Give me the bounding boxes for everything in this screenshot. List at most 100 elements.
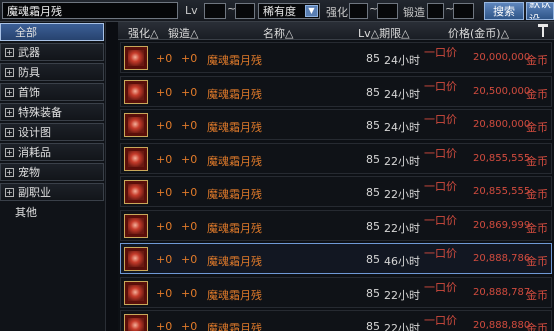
sidebar-item-label: 全部 <box>15 26 37 39</box>
search-bar: 魔魂霜月残 Lv ~ 稀有度 ▼ 强化 ~ 锻造 ~ 搜索 默认设 <box>0 0 554 22</box>
table-row[interactable]: +0 +0 魔魂霜月残 85 22小时 一口价 20,855,555 金币 <box>120 142 552 174</box>
sidebar-item-consumables[interactable]: + 消耗品 <box>0 143 104 161</box>
expand-plus-icon[interactable]: + <box>5 87 14 97</box>
table-row[interactable]: +0 +0 魔魂霜月残 85 22小时 一口价 20,869,999 金币 <box>120 209 552 241</box>
enhance-value: +0 <box>156 85 173 99</box>
item-price: 20,869,999 <box>473 219 531 231</box>
expand-plus-icon[interactable]: + <box>5 47 14 57</box>
item-name: 魔魂霜月残 <box>207 255 262 268</box>
item-icon[interactable] <box>124 280 148 305</box>
lv-min-field[interactable] <box>204 3 226 19</box>
sidebar-item-blueprints[interactable]: + 设计图 <box>0 123 104 141</box>
sidebar-item-label: 宠物 <box>18 166 40 179</box>
item-icon[interactable] <box>124 113 148 137</box>
item-duration: 22小时 <box>384 154 420 168</box>
col-name-header[interactable]: 名称△ <box>263 25 293 41</box>
rarity-select-value: 稀有度 <box>263 5 296 18</box>
item-price: 20,000,000 <box>473 52 531 63</box>
item-level: 85 <box>366 286 380 300</box>
item-icon[interactable] <box>124 46 148 70</box>
sidebar-item-label: 其他 <box>15 206 37 219</box>
item-level: 85 <box>366 253 380 266</box>
item-icon[interactable] <box>124 146 148 171</box>
item-level: 85 <box>366 119 380 132</box>
item-name: 魔魂霜月残 <box>207 54 262 67</box>
enhance-value: +0 <box>156 119 173 132</box>
enhance-value: +0 <box>156 52 173 65</box>
item-price: 20,500,000 <box>473 85 531 97</box>
item-icon[interactable] <box>124 79 148 104</box>
forge-value: +0 <box>181 52 198 65</box>
item-duration: 22小时 <box>384 221 420 235</box>
col-enhance-header[interactable]: 强化△ <box>128 25 158 41</box>
table-row[interactable]: +0 +0 魔魂霜月残 85 24小时 一口价 20,000,000 金币 <box>120 42 552 73</box>
item-icon[interactable] <box>124 314 148 331</box>
price-unit: 金币 <box>526 121 548 134</box>
forge-label: 锻造 <box>403 6 425 19</box>
sidebar-item-armor[interactable]: + 防具 <box>0 63 104 81</box>
sidebar-item-jewelry[interactable]: + 首饰 <box>0 83 104 101</box>
col-lv-time-header[interactable]: Lv△期限△ <box>358 25 410 41</box>
item-price: 20,800,000 <box>473 119 531 130</box>
table-row[interactable]: +0 +0 魔魂霜月残 85 24小时 一口价 20,500,000 金币 <box>120 75 552 107</box>
item-duration: 46小时 <box>384 255 420 268</box>
price-unit: 金币 <box>526 188 548 201</box>
expand-plus-icon[interactable]: + <box>5 107 14 117</box>
table-row[interactable]: +0 +0 魔魂霜月残 85 24小时 一口价 20,800,000 金币 <box>120 109 552 140</box>
lv-max-field[interactable] <box>235 3 255 19</box>
chevron-down-icon[interactable]: ▼ <box>305 5 318 17</box>
expand-plus-icon[interactable]: + <box>5 127 14 137</box>
table-row[interactable]: +0 +0 魔魂霜月残 85 22小时 一口价 20,888,787 金币 <box>120 276 552 308</box>
sidebar-item-weapons[interactable]: + 武器 <box>0 43 104 61</box>
sidebar-item-label: 防具 <box>18 66 40 79</box>
item-icon[interactable] <box>124 180 148 204</box>
col-forge-header[interactable]: 锻造△ <box>168 25 198 41</box>
forge-value: +0 <box>181 186 198 199</box>
col-price-header[interactable]: 价格(金币)△ <box>448 25 509 41</box>
enhance-max-field[interactable] <box>377 3 398 19</box>
item-price: 20,855,555 <box>473 186 531 197</box>
sidebar-item-other[interactable]: 其他 <box>0 203 104 221</box>
table-row[interactable]: +0 +0 魔魂霜月残 85 22小时 一口价 20,888,880 金币 <box>120 310 552 331</box>
buyout-tag: 一口价 <box>424 314 457 327</box>
item-icon[interactable] <box>124 213 148 238</box>
search-button[interactable]: 搜索 <box>484 2 524 20</box>
expand-plus-icon[interactable]: + <box>5 67 14 77</box>
sidebar-item-all[interactable]: 全部 <box>0 23 104 41</box>
item-level: 85 <box>366 186 380 199</box>
price-unit: 金币 <box>526 255 548 268</box>
search-input[interactable]: 魔魂霜月残 <box>2 2 178 19</box>
buyout-tag: 一口价 <box>424 113 457 126</box>
sidebar-item-sub-profession[interactable]: + 副职业 <box>0 183 104 201</box>
price-unit: 金币 <box>526 322 548 331</box>
table-header: 强化△ 锻造△ 名称△ Lv△期限△ 价格(金币)△ <box>118 22 554 40</box>
expand-plus-icon[interactable]: + <box>5 147 14 157</box>
item-level: 85 <box>366 85 380 99</box>
expand-plus-icon[interactable]: + <box>5 167 14 177</box>
item-level: 85 <box>366 320 380 331</box>
item-level: 85 <box>366 219 380 233</box>
enhance-value: +0 <box>156 320 173 331</box>
enhance-value: +0 <box>156 152 173 166</box>
sidebar-item-label: 首饰 <box>18 86 40 99</box>
sidebar-item-label: 武器 <box>18 46 40 59</box>
forge-value: +0 <box>181 85 198 99</box>
forge-max-field[interactable] <box>453 3 474 19</box>
default-settings-button[interactable]: 默认设 <box>526 2 554 20</box>
pin-icon[interactable] <box>538 24 548 37</box>
table-row[interactable]: +0 +0 魔魂霜月残 85 46小时 一口价 20,888,786 金币 <box>120 243 552 274</box>
expand-plus-icon[interactable]: + <box>5 187 14 197</box>
item-duration: 22小时 <box>384 188 420 201</box>
sidebar-item-pets[interactable]: + 宠物 <box>0 163 104 181</box>
item-icon[interactable] <box>124 247 148 271</box>
forge-min-field[interactable] <box>427 3 444 19</box>
item-name: 魔魂霜月残 <box>207 188 262 201</box>
sidebar-item-special-equipment[interactable]: + 特殊装备 <box>0 103 104 121</box>
sidebar-item-label: 设计图 <box>18 126 51 139</box>
item-price: 20,855,555 <box>473 152 531 164</box>
rarity-select[interactable]: 稀有度 ▼ <box>258 3 320 19</box>
item-price: 20,888,787 <box>473 286 531 298</box>
buyout-tag: 一口价 <box>424 79 457 93</box>
table-row[interactable]: +0 +0 魔魂霜月残 85 22小时 一口价 20,855,555 金币 <box>120 176 552 207</box>
enhance-min-field[interactable] <box>349 3 368 19</box>
